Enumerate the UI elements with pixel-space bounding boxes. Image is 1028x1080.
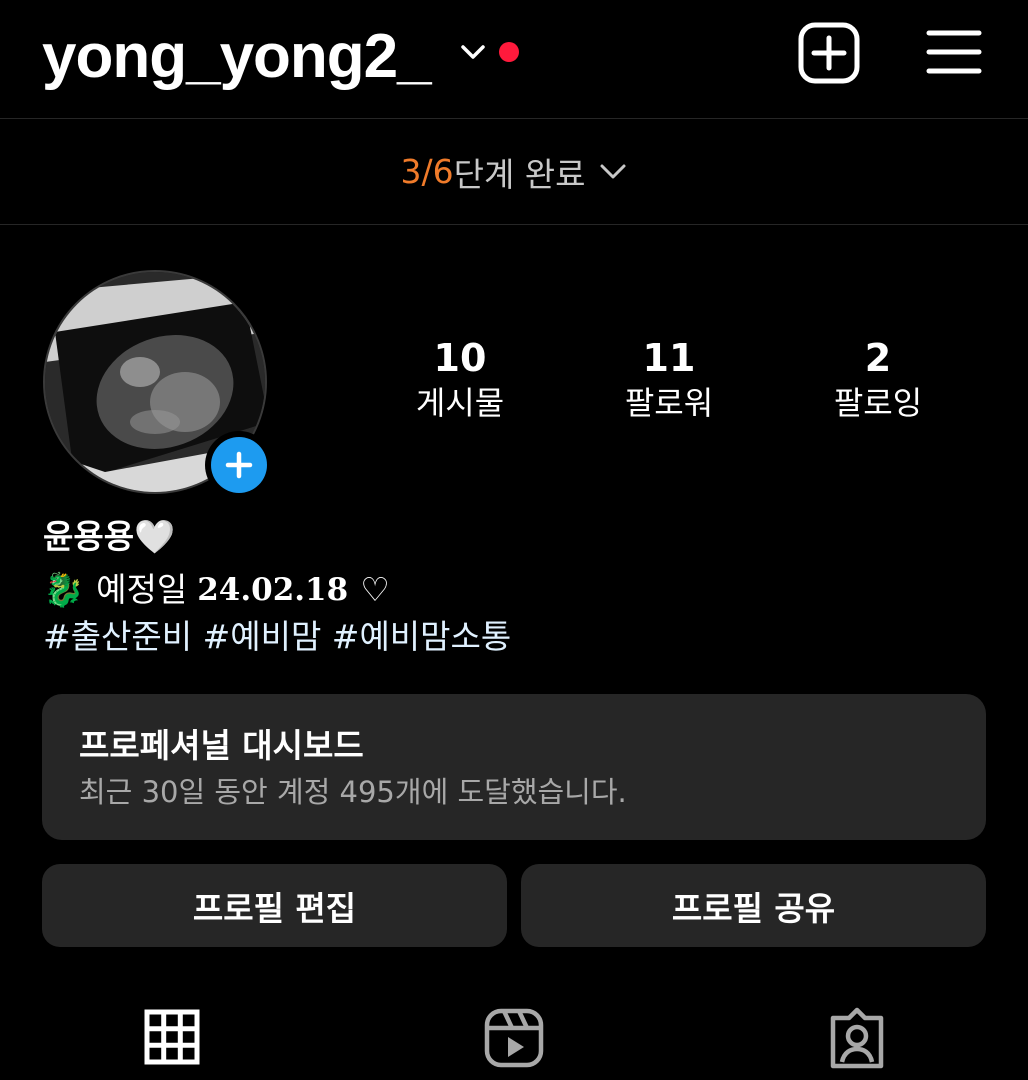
top-bar: yong_yong2_ (0, 0, 1028, 118)
add-story-button[interactable] (205, 431, 273, 499)
bio-hashtags[interactable]: #출산준비 #예비맘 #예비맘소통 (43, 615, 511, 659)
stat-label: 팔로잉 (833, 384, 923, 422)
steps-divider (0, 224, 1028, 225)
dashboard-subtitle: 최근 30일 동안 계정 495개에 도달했습니다. (79, 775, 627, 809)
tagged-icon[interactable] (825, 1006, 889, 1070)
dragon-emoji: 🐉 (43, 570, 85, 609)
profile-display-name: 윤용용 🤍 (43, 515, 175, 559)
white-heart-emoji: 🤍 (134, 517, 176, 556)
profile-steps-banner[interactable]: 3/6 단계 완료 (0, 119, 1028, 224)
due-date-label: 예정일 (96, 570, 188, 609)
stat-value: 10 (433, 336, 487, 380)
notification-dot (499, 42, 519, 62)
stat-posts[interactable]: 10 게시물 (360, 334, 560, 424)
chevron-down-icon (600, 164, 626, 178)
heart-outline-icon: ♡ (360, 570, 390, 609)
stat-label: 팔로워 (624, 384, 714, 422)
reels-icon[interactable] (482, 1006, 546, 1070)
edit-profile-button[interactable]: 프로필 편집 (42, 864, 507, 947)
bio-due-date: 🐉 예정일 24.02.18 ♡ (43, 568, 390, 612)
grid-icon[interactable] (140, 1006, 204, 1070)
chevron-down-icon[interactable] (458, 40, 488, 64)
share-profile-button[interactable]: 프로필 공유 (521, 864, 986, 947)
stat-label: 게시물 (415, 384, 505, 422)
professional-dashboard-card[interactable]: 프로페셔널 대시보드 최근 30일 동안 계정 495개에 도달했습니다. (42, 694, 986, 840)
stat-followers[interactable]: 11 팔로워 (569, 334, 769, 424)
create-post-icon[interactable] (798, 22, 860, 84)
due-date-value: 24.02.18 (197, 572, 349, 608)
stat-value: 2 (864, 336, 892, 380)
dashboard-title: 프로페셔널 대시보드 (79, 726, 364, 765)
display-name-text: 윤용용 (43, 517, 135, 556)
stat-following[interactable]: 2 팔로잉 (778, 334, 978, 424)
stat-value: 11 (642, 336, 696, 380)
steps-progress: 3/6 (400, 152, 454, 191)
plus-icon (211, 437, 267, 493)
account-username[interactable]: yong_yong2_ (42, 22, 432, 92)
steps-label: 단계 완료 (453, 154, 586, 194)
menu-icon[interactable] (926, 28, 982, 76)
